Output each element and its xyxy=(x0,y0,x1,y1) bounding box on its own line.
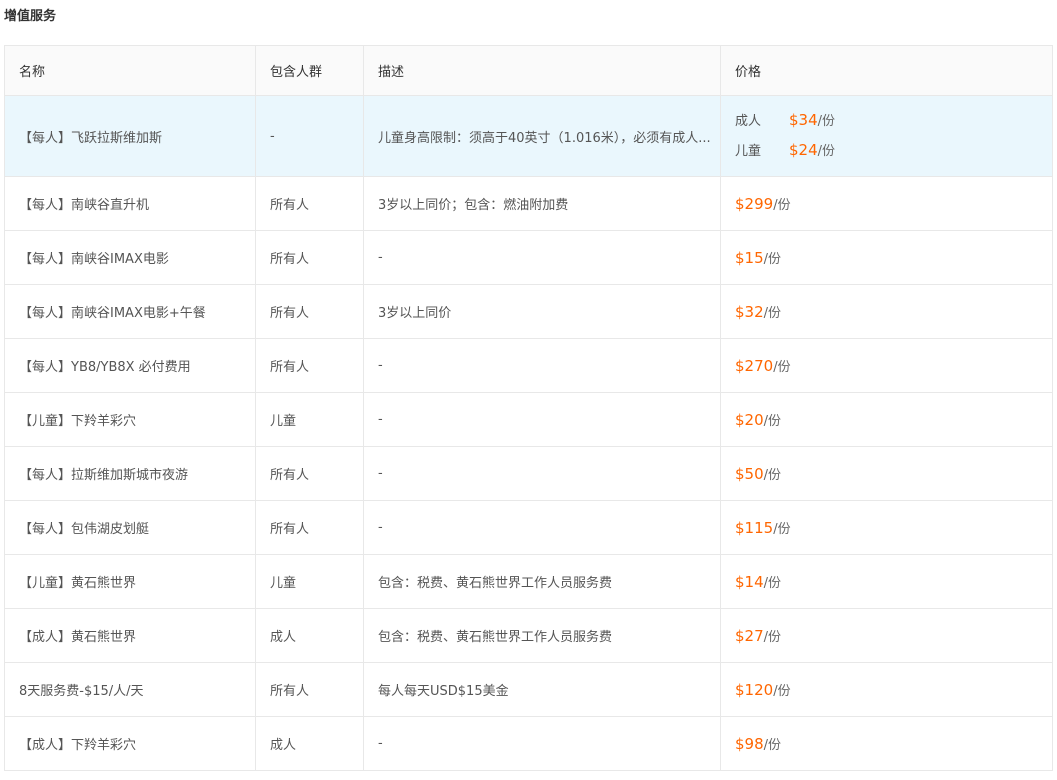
price-amount: $15 xyxy=(735,249,764,267)
price-unit: /份 xyxy=(773,684,791,699)
cell-audience: 所有人 xyxy=(255,176,364,231)
table-row[interactable]: 【儿童】下羚羊彩穴 儿童 - $20/份 xyxy=(4,392,1053,447)
cell-price: $14/份 xyxy=(720,554,1053,609)
price-unit: /份 xyxy=(773,198,791,213)
cell-audience: 成人 xyxy=(255,716,364,771)
price-amount: $32 xyxy=(735,303,764,321)
price-label: 成人 xyxy=(735,114,762,129)
cell-description: - xyxy=(363,392,721,447)
table-row[interactable]: 8天服务费-$15/人/天 所有人 每人每天USD$15美金 $120/份 xyxy=(4,662,1053,717)
cell-price: $98/份 xyxy=(720,716,1053,771)
cell-name: 【成人】下羚羊彩穴 xyxy=(4,716,256,771)
column-header-description: 描述 xyxy=(363,45,721,96)
price-amount: $27 xyxy=(735,627,764,645)
price-label: 儿童 xyxy=(735,144,762,159)
cell-description: 包含：税费、黄石熊世界工作人员服务费 xyxy=(363,554,721,609)
table-row[interactable]: 【每人】拉斯维加斯城市夜游 所有人 - $50/份 xyxy=(4,446,1053,501)
cell-price: $32/份 xyxy=(720,284,1053,339)
cell-audience: 儿童 xyxy=(255,554,364,609)
table-row[interactable]: 【每人】南峡谷IMAX电影 所有人 - $15/份 xyxy=(4,230,1053,285)
cell-description: 3岁以上同价；包含：燃油附加费 xyxy=(363,176,721,231)
price-unit: /份 xyxy=(763,468,782,483)
table-header-row: 名称 包含人群 描述 价格 xyxy=(4,45,1053,96)
cell-audience: 所有人 xyxy=(255,284,364,339)
cell-description: 每人每天USD$15美金 xyxy=(363,662,721,717)
price-unit: /份 xyxy=(763,576,782,591)
cell-name: 【每人】YB8/YB8X 必付费用 xyxy=(4,338,256,393)
cell-name: 【成人】黄石熊世界 xyxy=(4,608,256,663)
cell-price: $15/份 xyxy=(720,230,1053,285)
cell-audience: 所有人 xyxy=(255,446,364,501)
price-unit: /份 xyxy=(763,414,782,429)
column-header-audience: 包含人群 xyxy=(255,45,364,96)
cell-name: 【每人】拉斯维加斯城市夜游 xyxy=(4,446,256,501)
price-unit: /份 xyxy=(763,738,782,753)
cell-name: 【每人】飞跃拉斯维加斯 xyxy=(4,95,256,177)
cell-price: $27/份 xyxy=(720,608,1053,663)
cell-audience: 成人 xyxy=(255,608,364,663)
table-row[interactable]: 【每人】飞跃拉斯维加斯 - 儿童身高限制：须高于40英寸（1.016米），必须有… xyxy=(4,95,1053,177)
cell-audience: - xyxy=(255,95,364,177)
table-row[interactable]: 【每人】南峡谷直升机 所有人 3岁以上同价；包含：燃油附加费 $299/份 xyxy=(4,176,1053,231)
price-unit: /份 xyxy=(817,114,836,129)
price-amount: $14 xyxy=(735,573,764,591)
cell-description: 3岁以上同价 xyxy=(363,284,721,339)
table-row[interactable]: 【成人】下羚羊彩穴 成人 - $98/份 xyxy=(4,716,1053,771)
cell-name: 8天服务费-$15/人/天 xyxy=(4,662,256,717)
cell-price: $270/份 xyxy=(720,338,1053,393)
cell-price: $115/份 xyxy=(720,500,1053,555)
cell-description: - xyxy=(363,446,721,501)
cell-name: 【每人】南峡谷IMAX电影+午餐 xyxy=(4,284,256,339)
section-title: 增值服务 xyxy=(4,9,57,24)
price-amount: $299 xyxy=(735,195,774,213)
cell-price: 成人 $34/份 儿童 $24/份 xyxy=(720,95,1053,177)
cell-description: - xyxy=(363,716,721,771)
services-table: 名称 包含人群 描述 价格 【每人】飞跃拉斯维加斯 - 儿童身高限制：须高于40… xyxy=(4,45,1053,771)
price-amount: $270 xyxy=(735,357,774,375)
cell-price: $20/份 xyxy=(720,392,1053,447)
price-line-adult: 成人 $34/份 xyxy=(735,106,1052,136)
price-amount: $120 xyxy=(735,681,774,699)
cell-name: 【每人】南峡谷直升机 xyxy=(4,176,256,231)
price-unit: /份 xyxy=(763,306,782,321)
cell-name: 【儿童】黄石熊世界 xyxy=(4,554,256,609)
cell-name: 【每人】南峡谷IMAX电影 xyxy=(4,230,256,285)
cell-audience: 所有人 xyxy=(255,500,364,555)
table-row[interactable]: 【每人】南峡谷IMAX电影+午餐 所有人 3岁以上同价 $32/份 xyxy=(4,284,1053,339)
table-row[interactable]: 【每人】YB8/YB8X 必付费用 所有人 - $270/份 xyxy=(4,338,1053,393)
cell-description: - xyxy=(363,500,721,555)
table-row[interactable]: 【成人】黄石熊世界 成人 包含：税费、黄石熊世界工作人员服务费 $27/份 xyxy=(4,608,1053,663)
price-unit: /份 xyxy=(763,252,782,267)
column-header-name: 名称 xyxy=(4,45,256,96)
cell-description: - xyxy=(363,338,721,393)
cell-description: - xyxy=(363,230,721,285)
cell-audience: 所有人 xyxy=(255,338,364,393)
column-header-price: 价格 xyxy=(720,45,1053,96)
table-row[interactable]: 【儿童】黄石熊世界 儿童 包含：税费、黄石熊世界工作人员服务费 $14/份 xyxy=(4,554,1053,609)
cell-price: $50/份 xyxy=(720,446,1053,501)
cell-description: 包含：税费、黄石熊世界工作人员服务费 xyxy=(363,608,721,663)
cell-price: $299/份 xyxy=(720,176,1053,231)
cell-audience: 所有人 xyxy=(255,662,364,717)
cell-description: 儿童身高限制：须高于40英寸（1.016米），必须有成人... xyxy=(363,95,721,177)
price-unit: /份 xyxy=(773,522,791,537)
cell-name: 【儿童】下羚羊彩穴 xyxy=(4,392,256,447)
price-amount: $34 xyxy=(789,111,818,129)
price-amount: $20 xyxy=(735,411,764,429)
price-amount: $24 xyxy=(789,141,818,159)
cell-name: 【每人】包伟湖皮划艇 xyxy=(4,500,256,555)
table-row[interactable]: 【每人】包伟湖皮划艇 所有人 - $115/份 xyxy=(4,500,1053,555)
price-line-child: 儿童 $24/份 xyxy=(735,136,1052,166)
price-unit: /份 xyxy=(763,630,782,645)
price-unit: /份 xyxy=(773,360,791,375)
cell-audience: 儿童 xyxy=(255,392,364,447)
price-unit: /份 xyxy=(817,144,836,159)
price-amount: $98 xyxy=(735,735,764,753)
price-amount: $115 xyxy=(735,519,774,537)
cell-price: $120/份 xyxy=(720,662,1053,717)
cell-audience: 所有人 xyxy=(255,230,364,285)
price-amount: $50 xyxy=(735,465,764,483)
